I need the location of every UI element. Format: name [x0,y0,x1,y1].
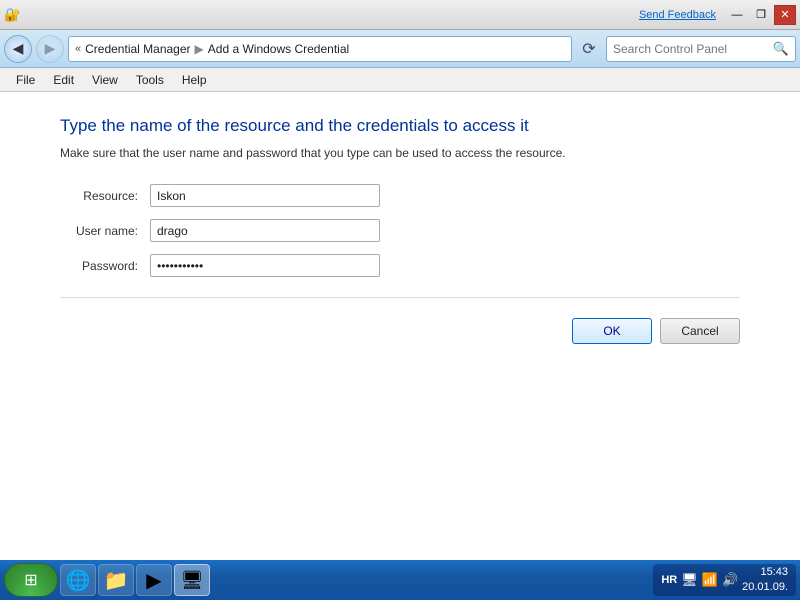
ie-icon: 🌐 [66,568,91,593]
menu-edit[interactable]: Edit [45,71,82,89]
minimize-button[interactable]: — [726,5,748,25]
system-tray: HR 🖥 📶 🔊 15:43 20.01.09. [653,564,796,596]
search-input[interactable] [613,42,769,56]
page-title: Type the name of the resource and the cr… [60,116,740,136]
password-label: Password: [60,259,150,273]
network-icon: 🖥 [181,570,204,591]
start-icon: ⊞ [24,570,37,590]
username-row: User name: [60,219,740,242]
ie-button[interactable]: 🌐 [60,564,96,596]
cancel-button[interactable]: Cancel [660,318,740,344]
address-chevrons: « [75,43,81,55]
explorer-button[interactable]: 📁 [98,564,134,596]
title-bar-left: 🔐 [4,7,20,23]
ok-button[interactable]: OK [572,318,652,344]
search-box: 🔍 [606,36,796,62]
tray-network-icon: 📶 [702,572,718,588]
clock-time: 15:43 [742,565,788,580]
menu-view[interactable]: View [84,71,126,89]
address-separator: ▶ [195,42,204,56]
page-subtitle: Make sure that the user name and passwor… [60,146,740,160]
menu-help[interactable]: Help [174,71,215,89]
media-icon: ▶ [146,568,161,593]
restore-button[interactable]: ❐ [750,5,772,25]
media-button[interactable]: ▶ [136,564,172,596]
divider [60,297,740,298]
password-input[interactable] [150,254,380,277]
breadcrumb-credential-manager[interactable]: Credential Manager [85,42,190,56]
start-button[interactable]: ⊞ [4,563,58,597]
forward-button[interactable]: ▶ [36,35,64,63]
main-content: Type the name of the resource and the cr… [0,92,800,560]
menu-file[interactable]: File [8,71,43,89]
tray-time: 15:43 20.01.09. [742,565,788,596]
refresh-button[interactable]: ⟳ [576,36,602,62]
password-row: Password: [60,254,740,277]
menu-tools[interactable]: Tools [128,71,172,89]
menu-bar: File Edit View Tools Help [0,68,800,92]
resource-row: Resource: [60,184,740,207]
tray-monitor-icon: 🖥 [681,572,698,588]
resource-input[interactable] [150,184,380,207]
search-icon[interactable]: 🔍 [773,41,789,57]
tray-language: HR [661,574,677,586]
network-button[interactable]: 🖥 [174,564,210,596]
button-row: OK Cancel [60,318,740,344]
nav-bar: ◀ ▶ « Credential Manager ▶ Add a Windows… [0,30,800,68]
close-button[interactable]: ✕ [774,5,796,25]
breadcrumb-current-page: Add a Windows Credential [208,42,349,56]
tray-volume-icon: 🔊 [722,572,738,588]
title-bar: 🔐 Send Feedback — ❐ ✕ [0,0,800,30]
clock-date: 20.01.09. [742,580,788,595]
resource-label: Resource: [60,189,150,203]
address-bar: « Credential Manager ▶ Add a Windows Cre… [68,36,572,62]
taskbar: ⊞ 🌐 📁 ▶ 🖥 HR 🖥 📶 🔊 15:43 20.01.09. [0,560,800,600]
username-label: User name: [60,224,150,238]
username-input[interactable] [150,219,380,242]
back-button[interactable]: ◀ [4,35,32,63]
send-feedback-link[interactable]: Send Feedback [639,9,716,21]
title-bar-right: Send Feedback — ❐ ✕ [639,5,796,25]
explorer-icon: 📁 [104,568,129,593]
